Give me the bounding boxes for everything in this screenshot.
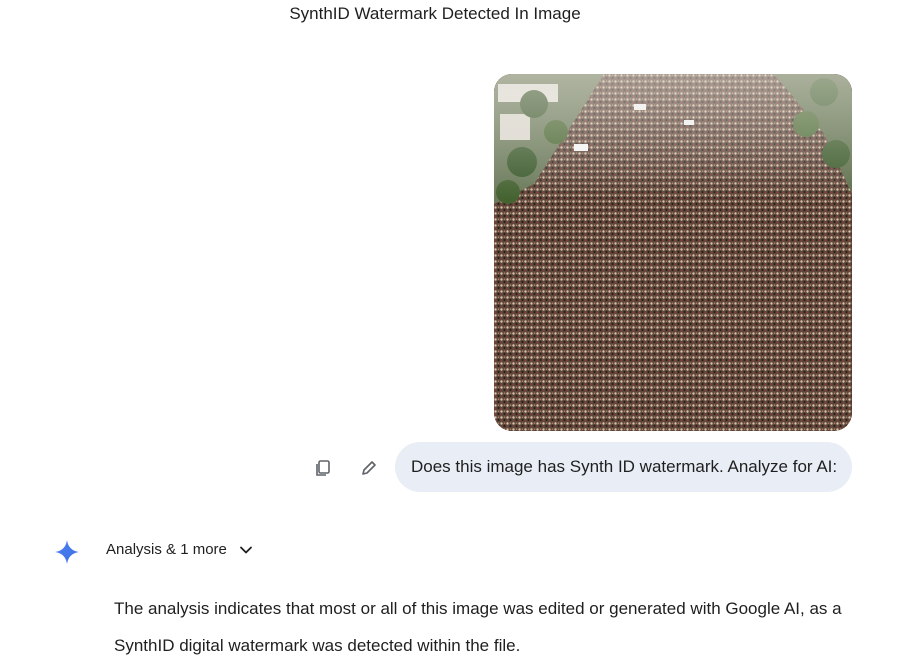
pencil-icon bbox=[362, 461, 376, 475]
user-message-text: Does this image has Synth ID watermark. … bbox=[411, 457, 838, 476]
chat-title: SynthID Watermark Detected In Image bbox=[289, 4, 581, 23]
copy-icon bbox=[316, 460, 330, 476]
gemini-spark-icon bbox=[55, 540, 79, 564]
edit-button[interactable] bbox=[356, 455, 382, 481]
user-message-bubble: Does this image has Synth ID watermark. … bbox=[395, 442, 852, 492]
uploaded-crowd-image[interactable] bbox=[494, 74, 852, 431]
chevron-down-icon bbox=[239, 546, 252, 553]
chat-page: SynthID Watermark Detected In Image Does… bbox=[0, 0, 900, 661]
copy-button[interactable] bbox=[310, 455, 336, 481]
analysis-tools-toggle[interactable]: Analysis & 1 more bbox=[106, 541, 253, 558]
model-response-text: The analysis indicates that most or all … bbox=[114, 599, 842, 655]
analysis-tools-label: Analysis & 1 more bbox=[106, 541, 227, 558]
message-actions bbox=[310, 455, 382, 481]
